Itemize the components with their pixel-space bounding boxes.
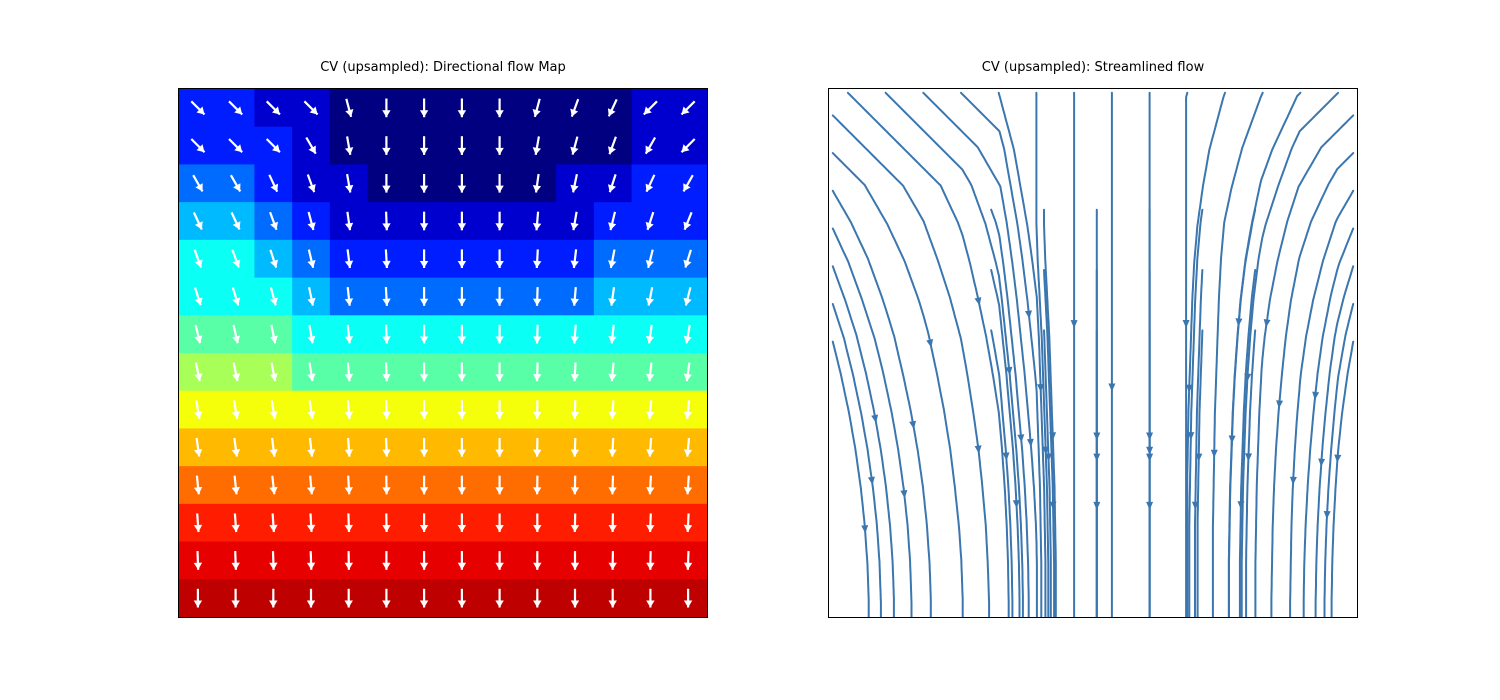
streamline-arrow xyxy=(1146,454,1153,462)
quiver-plot xyxy=(179,89,707,617)
figure: CV (upsampled): Directional flow Map CV … xyxy=(0,0,1500,700)
streamline-arrow xyxy=(1318,459,1325,467)
streamline-arrow xyxy=(871,415,878,424)
streamline xyxy=(923,93,1037,617)
streamline xyxy=(833,342,869,617)
streamline-arrow xyxy=(926,339,933,348)
panel-streamlined-flow xyxy=(828,88,1358,618)
streamline xyxy=(961,93,1041,617)
streamline-arrow xyxy=(1290,477,1297,485)
streamline-arrow xyxy=(1027,439,1034,447)
streamline-arrow xyxy=(1071,320,1078,328)
streamline xyxy=(1332,342,1354,617)
streamline-arrow xyxy=(1093,454,1100,462)
streamline-arrow xyxy=(1229,435,1236,443)
streamline-arrow xyxy=(1108,384,1115,392)
title-streamlined-flow: CV (upsampled): Streamlined flow xyxy=(828,60,1358,75)
streamline-arrow xyxy=(1245,453,1252,461)
streamline-arrow xyxy=(1013,500,1020,508)
streamline xyxy=(886,93,1023,617)
streamline xyxy=(1304,229,1354,617)
streamline xyxy=(1316,266,1354,617)
stream-plot xyxy=(829,89,1357,617)
streamline xyxy=(833,229,912,618)
streamline-arrow xyxy=(909,421,916,430)
streamline-arrow xyxy=(1334,455,1341,463)
streamline xyxy=(1036,93,1048,617)
streamline xyxy=(833,153,963,617)
streamline-arrow xyxy=(1183,320,1190,328)
panel-directional-flow xyxy=(178,88,708,618)
streamline xyxy=(1271,153,1353,616)
streamline-arrow xyxy=(1324,511,1331,519)
streamline xyxy=(1325,304,1354,617)
streamline-arrow xyxy=(861,525,868,533)
streamline xyxy=(833,115,989,617)
streamline-arrow xyxy=(1211,450,1218,458)
streamline xyxy=(833,266,894,616)
title-directional-flow: CV (upsampled): Directional flow Map xyxy=(178,60,708,75)
